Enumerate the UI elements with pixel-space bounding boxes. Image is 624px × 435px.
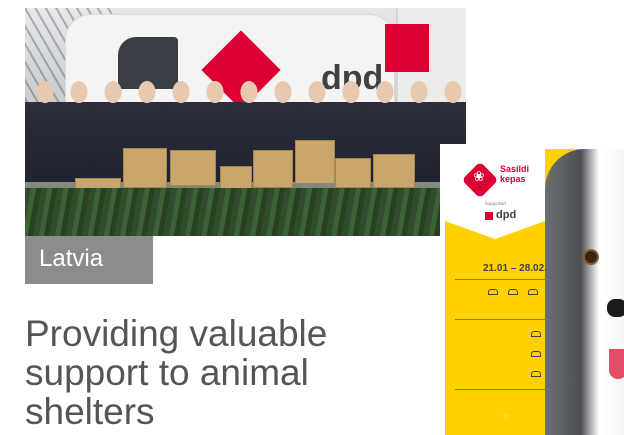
article-headline: Providing valuable support to animal she… (25, 314, 405, 431)
dog-tongue (609, 349, 624, 379)
headline-line-2: support to animal (25, 352, 309, 393)
campaign-title-line-1: Sasildi (500, 164, 530, 174)
donation-box (373, 154, 415, 188)
donation-box (253, 150, 293, 188)
evergreen-hedge (25, 188, 466, 236)
donation-box (295, 140, 335, 184)
dog-photo (545, 149, 624, 435)
red-parcel-box (385, 24, 429, 72)
poster-divider (455, 279, 550, 280)
poster-brand: dpd (496, 209, 517, 221)
headline-line-3: shelters (25, 391, 155, 432)
supported-by-text: Supported (485, 201, 506, 206)
campaign-title: Sasildi kepas (500, 164, 544, 184)
box-icon (508, 289, 518, 295)
poster-divider (455, 389, 550, 390)
country-label: Latvia (25, 236, 153, 284)
box-icon (488, 289, 498, 295)
group-photo: dpd (25, 8, 466, 236)
send-icon (531, 351, 541, 357)
headline-line-1: Providing valuable (25, 313, 328, 354)
dpd-cube-icon (485, 212, 493, 220)
donation-box (335, 158, 371, 188)
campaign-dates: 21.01 – 28.02. (483, 263, 547, 274)
heart-icon: ♡ (503, 413, 511, 422)
truck-icon (531, 371, 541, 377)
poster-yellow-panel: ❀ Sasildi kepas Supported dpd 21.01 – 28… (445, 149, 624, 435)
donation-box (123, 148, 167, 188)
dog-eye (583, 249, 599, 265)
donation-box (170, 150, 216, 186)
poster-badge (445, 149, 545, 239)
campaign-poster: ❀ Sasildi kepas Supported dpd 21.01 – 28… (440, 144, 624, 435)
poster-divider (455, 319, 550, 320)
paw-icon: ❀ (473, 169, 485, 185)
dog-nose (607, 299, 624, 317)
campaign-title-line-2: kepas (500, 174, 526, 184)
box-icon (531, 331, 541, 337)
box-icon (528, 289, 538, 295)
